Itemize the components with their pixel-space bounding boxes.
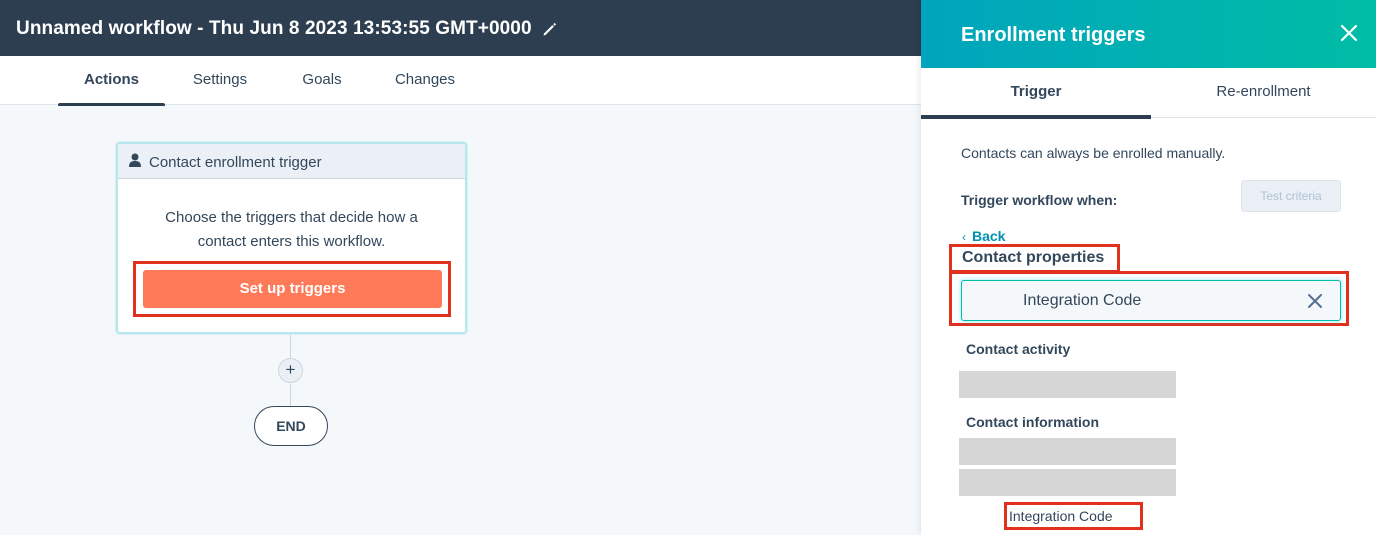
panel-title: Enrollment triggers — [961, 24, 1146, 46]
enrollment-triggers-panel: Enrollment triggers Trigger Re-enrollmen… — [921, 0, 1376, 535]
workflow-canvas: Contact enrollment trigger Choose the tr… — [0, 106, 921, 535]
contact-information-label: Contact information — [966, 414, 1099, 430]
pencil-icon[interactable] — [541, 20, 559, 38]
close-icon[interactable] — [1339, 23, 1359, 43]
connector-line-bottom — [290, 384, 291, 406]
tab-trigger[interactable]: Trigger — [921, 68, 1151, 119]
enrollment-trigger-card[interactable]: Contact enrollment trigger Choose the tr… — [116, 142, 467, 334]
connector-line-top — [290, 335, 291, 358]
tab-settings[interactable]: Settings — [181, 56, 259, 105]
panel-tabs: Trigger Re-enrollment — [921, 68, 1376, 119]
panel-header: Enrollment triggers — [921, 0, 1376, 68]
redacted-item — [959, 371, 1176, 398]
trigger-when-label: Trigger workflow when: — [961, 192, 1118, 208]
integration-code-highlight — [1004, 502, 1143, 530]
redacted-item — [959, 438, 1176, 465]
setup-triggers-highlight: Set up triggers — [133, 261, 451, 317]
set-up-triggers-button[interactable]: Set up triggers — [143, 270, 442, 308]
tab-changes[interactable]: Changes — [385, 56, 465, 105]
back-label: Back — [972, 228, 1006, 244]
add-action-button[interactable]: + — [278, 358, 303, 383]
end-node: END — [254, 406, 328, 446]
contact-properties-title: Contact properties — [962, 249, 1105, 266]
workflow-tabs: Actions Settings Goals Changes — [0, 56, 921, 107]
trigger-card-title: Contact enrollment trigger — [149, 154, 322, 171]
search-value: Integration Code — [1023, 292, 1142, 309]
contact-icon — [129, 153, 141, 167]
trigger-description-line1: Choose the triggers that decide how a — [165, 209, 418, 226]
workflow-title[interactable]: Unnamed workflow - Thu Jun 8 2023 13:53:… — [16, 18, 532, 40]
trigger-card-description: Choose the triggers that decide how a co… — [118, 206, 465, 254]
workflow-header: Unnamed workflow - Thu Jun 8 2023 13:53:… — [0, 0, 921, 56]
trigger-description-line2: contact enters this workflow. — [197, 233, 386, 250]
back-link[interactable]: ‹ Back — [962, 228, 1005, 244]
tab-re-enrollment[interactable]: Re-enrollment — [1151, 68, 1376, 118]
contact-activity-label: Contact activity — [966, 341, 1071, 357]
test-criteria-button[interactable]: Test criteria — [1241, 180, 1341, 212]
tab-goals[interactable]: Goals — [292, 56, 352, 105]
property-search-input[interactable]: Integration Code — [961, 280, 1341, 321]
tab-actions[interactable]: Actions — [58, 56, 165, 107]
clear-icon[interactable] — [1307, 293, 1323, 309]
trigger-card-header: Contact enrollment trigger — [118, 144, 465, 179]
chevron-left-icon: ‹ — [962, 230, 966, 244]
redacted-item — [959, 469, 1176, 496]
manual-enrollment-note: Contacts can always be enrolled manually… — [961, 145, 1226, 161]
